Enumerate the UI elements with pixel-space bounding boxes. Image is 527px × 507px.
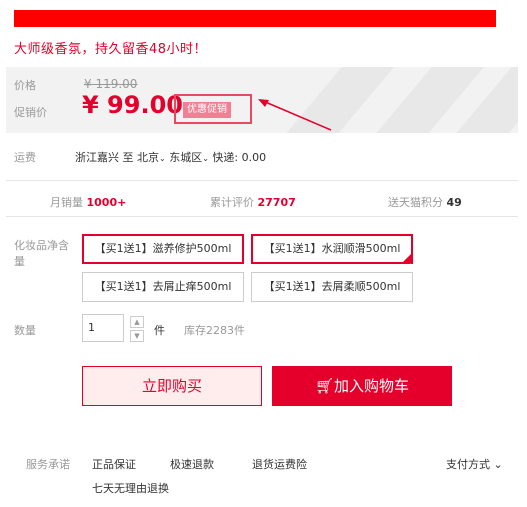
divider <box>6 216 518 217</box>
shipping-label: 运费 <box>14 151 36 164</box>
review-count[interactable]: 累计评价 27707 <box>210 194 296 210</box>
buy-now-button[interactable]: 立即购买 <box>82 366 262 406</box>
review-count-value: 27707 <box>257 196 296 209</box>
original-price: ¥ 119.00 <box>84 77 138 91</box>
service-seven-day-return[interactable]: 七天无理由退换 <box>92 480 169 496</box>
add-to-cart-button[interactable]: 🛒︎加入购物车 <box>272 366 452 406</box>
quantity-unit: 件 <box>154 324 165 337</box>
shipping-row: 运费 浙江嘉兴 至 北京⌄ 东城区⌄ 快递: 0.00 <box>14 149 266 165</box>
quantity-input[interactable]: 1 <box>82 314 124 342</box>
tmall-points-value: 49 <box>446 196 462 209</box>
service-genuine[interactable]: 正品保证 <box>92 456 136 472</box>
payment-methods-dropdown[interactable]: 支付方式 ⌄ <box>446 456 503 472</box>
quantity-label: 数量 <box>14 324 36 337</box>
quantity-down-icon[interactable]: ▼ <box>130 330 144 342</box>
monthly-sales: 月销量 1000+ <box>50 196 127 209</box>
service-label: 服务承诺 <box>26 458 70 471</box>
divider <box>6 180 518 181</box>
ship-city-select[interactable]: 北京⌄ <box>137 151 166 164</box>
title-redacted-bar <box>14 10 496 27</box>
tmall-points: 送天猫积分 49 <box>388 196 462 209</box>
ship-from: 浙江嘉兴 <box>75 151 119 164</box>
spec-label: 化妆品净含量 <box>14 239 69 268</box>
price-label: 价格 <box>14 79 36 92</box>
promo-price-label: 促销价 <box>14 106 47 119</box>
annotation-arrow <box>258 99 332 131</box>
cart-icon: 🛒︎ <box>314 377 335 395</box>
spec-option-moisture[interactable]: 【买1送1】水润顺滑500ml ✓ <box>251 234 413 270</box>
current-price: ¥ 99.00 <box>82 91 183 119</box>
product-slogan: 大师级香氛，持久留香48小时！ <box>14 42 208 57</box>
ship-district-select[interactable]: 东城区⌄ <box>169 151 209 164</box>
monthly-sales-value: 1000+ <box>86 196 127 209</box>
selected-check-icon: ✓ <box>401 252 413 270</box>
promo-tag[interactable]: 优惠促销 <box>183 102 231 118</box>
spec-option-nourish[interactable]: 【买1送1】滋养修护500ml <box>82 234 244 264</box>
service-fast-refund[interactable]: 极速退款 <box>170 456 214 472</box>
ship-express: 快递: 0.00 <box>212 151 267 164</box>
quantity-up-icon[interactable]: ▲ <box>130 316 144 328</box>
stock-count: 库存2283件 <box>184 324 245 337</box>
service-return-shipping-insurance[interactable]: 退货运费险 <box>252 456 307 472</box>
spec-option-antidandruff-smooth[interactable]: 【买1送1】去屑柔顺500ml <box>251 272 413 302</box>
spec-option-antidandruff-itch[interactable]: 【买1送1】去屑止痒500ml <box>82 272 244 302</box>
add-to-cart-label: 加入购物车 <box>334 377 410 395</box>
ship-to-word: 至 <box>122 151 134 164</box>
chevron-down-icon: ⌄ <box>493 458 503 471</box>
